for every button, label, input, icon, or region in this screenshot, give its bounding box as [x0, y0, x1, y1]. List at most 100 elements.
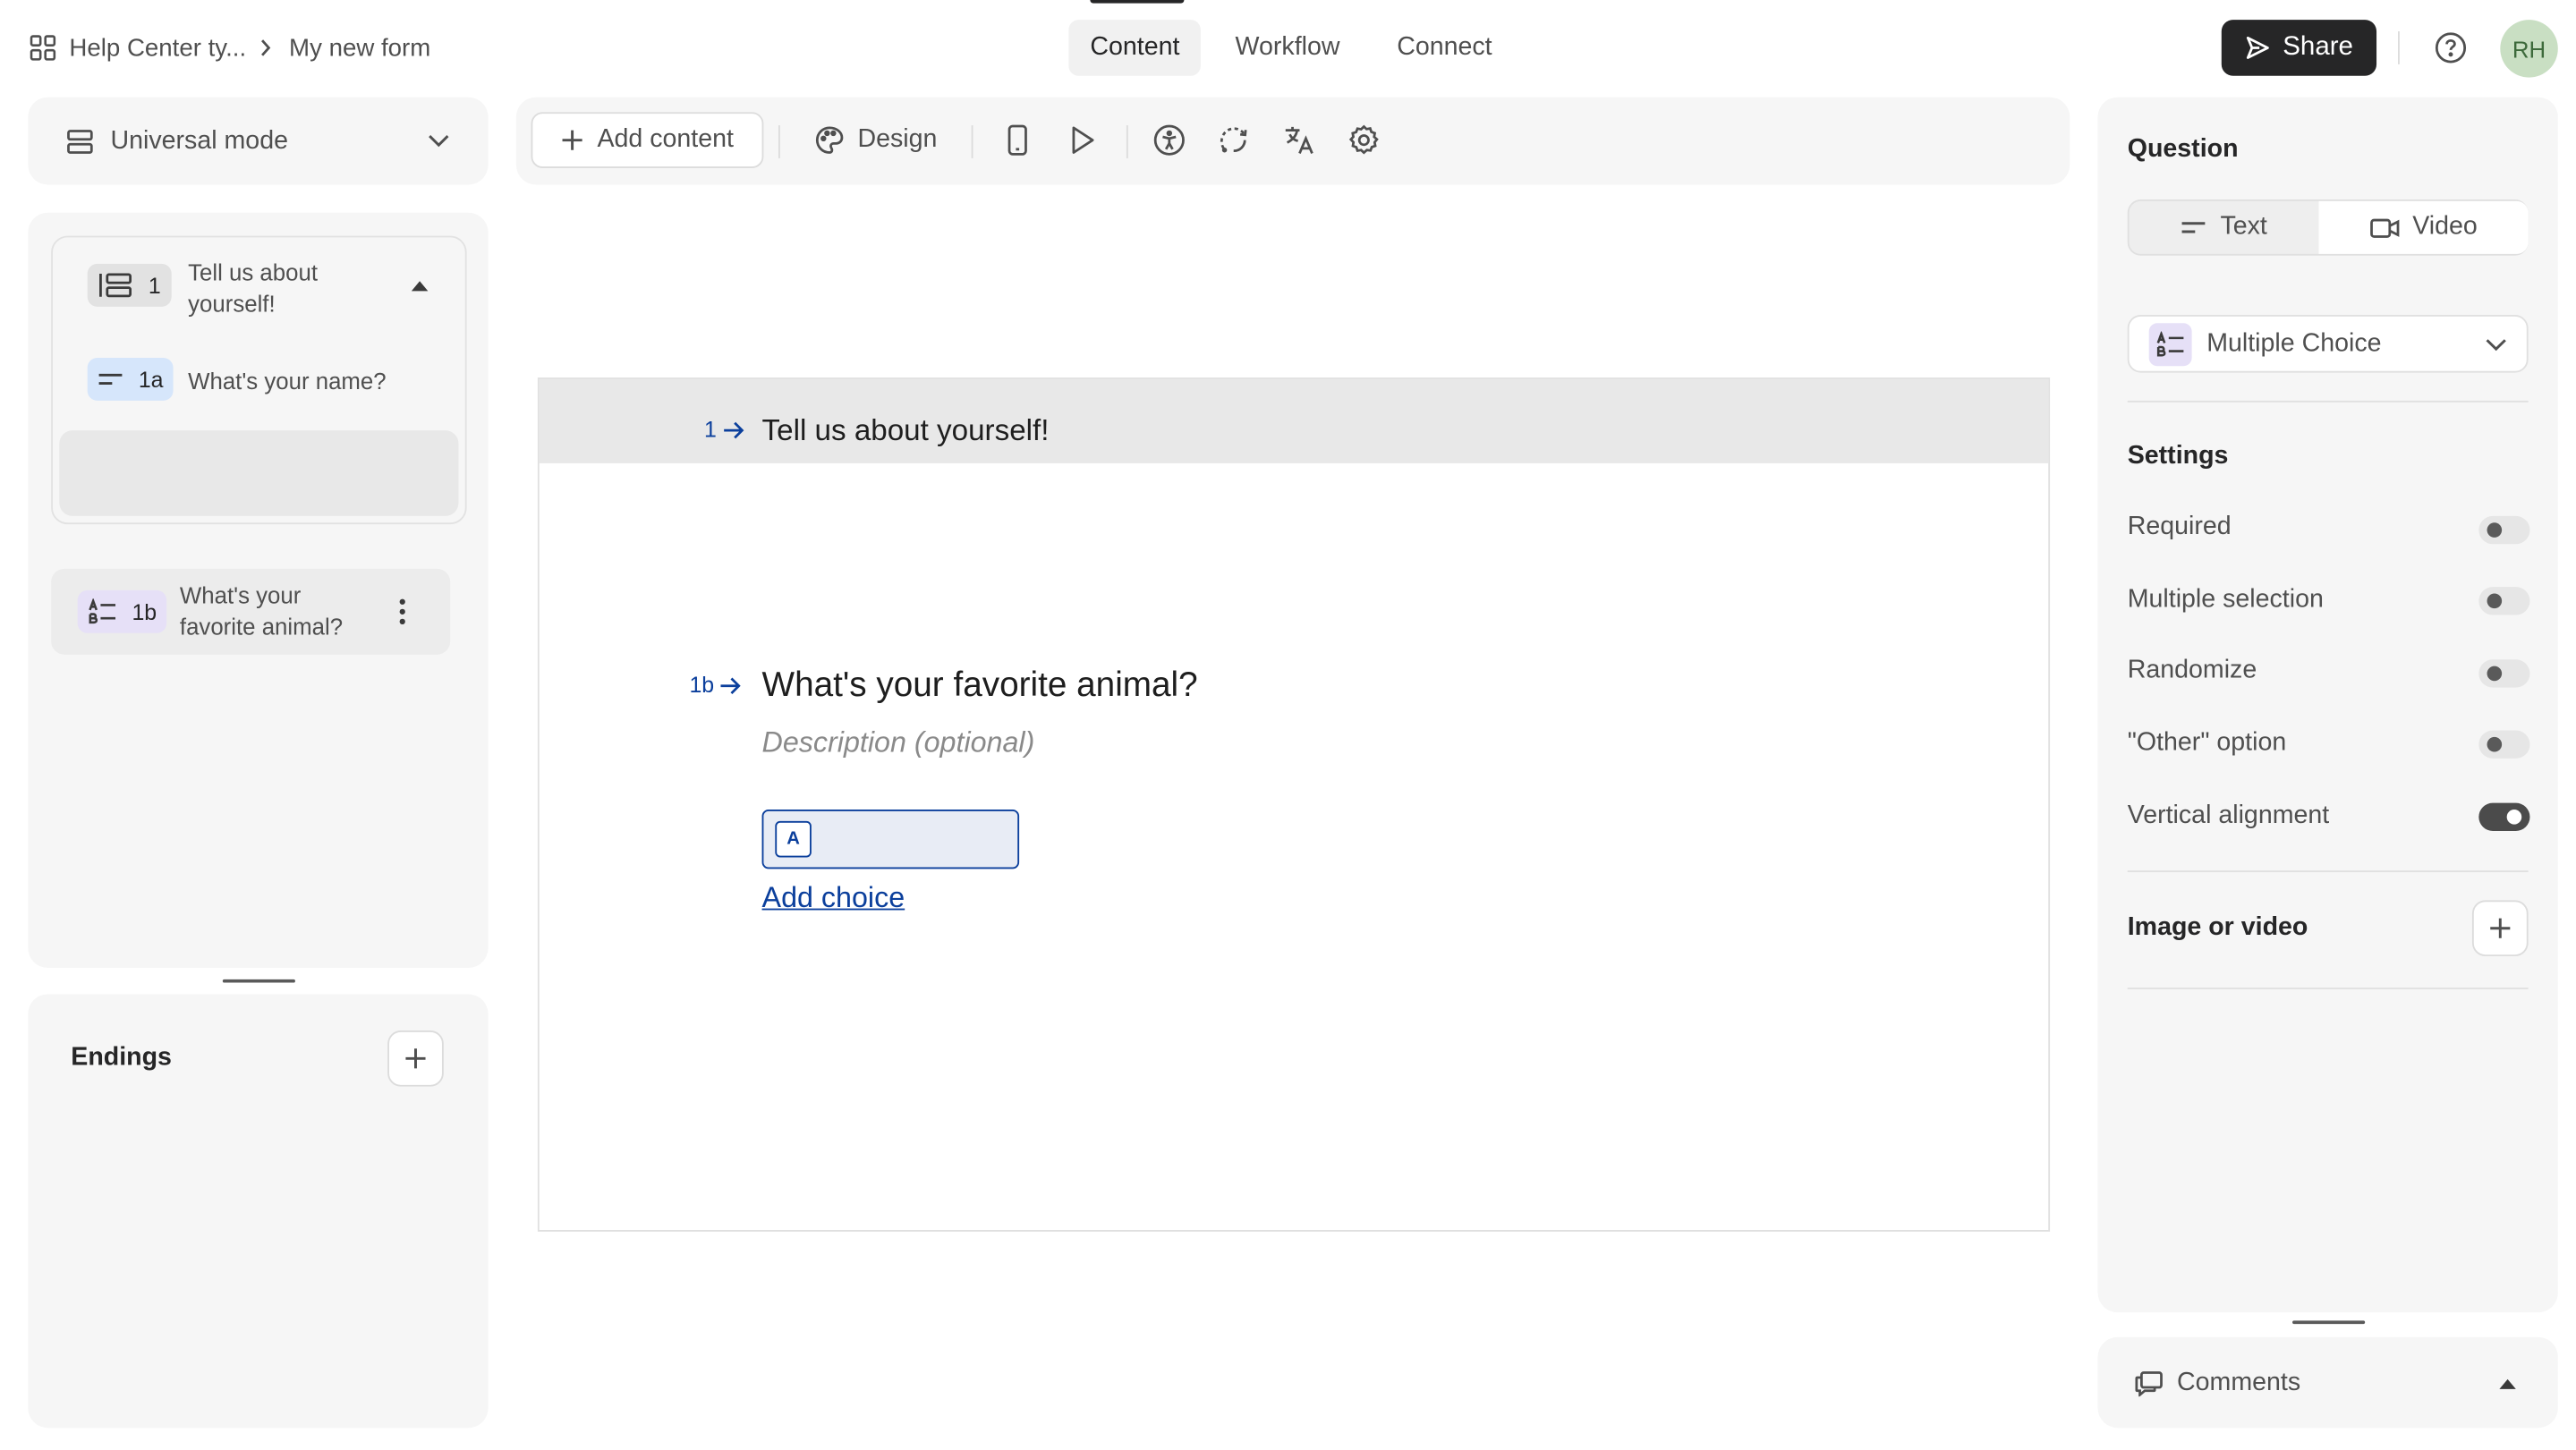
randomize-label: Randomize: [2127, 656, 2257, 684]
multiple-selection-label: Multiple selection: [2127, 585, 2324, 614]
question-number-1a: 1a: [138, 367, 164, 392]
plus-icon: [2488, 917, 2512, 940]
short-text-icon: [98, 371, 123, 387]
divider: [2127, 870, 2529, 873]
breadcrumb-form[interactable]: My new form: [289, 34, 430, 62]
description-field[interactable]: Description (optional): [762, 725, 1035, 760]
chevron-right-icon: [259, 38, 273, 57]
text-option[interactable]: Text: [2130, 201, 2319, 254]
canvas-group-number: 1: [704, 417, 717, 442]
comments-bar[interactable]: Comments: [2097, 1336, 2558, 1429]
group-chip: 1: [87, 263, 171, 307]
resize-handle[interactable]: [2292, 1320, 2366, 1325]
mobile-preview-icon[interactable]: [1001, 123, 1034, 157]
expand-icon[interactable]: [2498, 1378, 2516, 1390]
video-option[interactable]: Video: [2318, 200, 2529, 254]
tab-content[interactable]: Content: [1068, 20, 1202, 76]
drop-placeholder: [59, 430, 459, 516]
required-label: Required: [2127, 513, 2232, 541]
question-title-1b: What's your favorite animal?: [179, 581, 344, 640]
video-icon: [2369, 216, 2400, 238]
group-card[interactable]: 1 Tell us about yourself! 1a What's your…: [51, 235, 467, 525]
share-label: Share: [2283, 32, 2353, 62]
canvas-group-title[interactable]: Tell us about yourself!: [762, 414, 1050, 449]
header-divider: [2398, 31, 2400, 64]
breadcrumb: Help Center ty... My new form: [30, 30, 430, 66]
add-media-button[interactable]: [2471, 900, 2529, 957]
required-toggle[interactable]: [2478, 515, 2530, 545]
plus-icon: [561, 129, 584, 152]
add-ending-button[interactable]: [387, 1030, 444, 1087]
mode-label: Universal mode: [110, 126, 288, 155]
vertical-alignment-toggle[interactable]: [2478, 802, 2530, 831]
toolbar-divider: [971, 125, 973, 158]
vertical-alignment-label: Vertical alignment: [2127, 801, 2330, 830]
play-icon[interactable]: [1066, 123, 1099, 157]
collapse-icon[interactable]: [411, 280, 429, 292]
question-number-1b: 1b: [132, 599, 157, 624]
add-content-button[interactable]: Add content: [531, 112, 764, 169]
video-option-label: Video: [2412, 212, 2478, 242]
settings-heading: Settings: [2127, 441, 2229, 471]
design-button[interactable]: Design: [800, 112, 952, 168]
question-chip-1a: 1a: [87, 357, 174, 401]
text-option-label: Text: [2220, 212, 2267, 242]
other-option-label: "Other" option: [2127, 728, 2287, 758]
active-tab-indicator: [1090, 0, 1185, 4]
group-icon: [98, 270, 134, 300]
question-settings-panel: [2097, 97, 2558, 1313]
palette-icon: [815, 125, 845, 155]
send-icon: [2245, 35, 2271, 61]
question-type-dropdown[interactable]: Multiple Choice: [2127, 315, 2529, 373]
layers-icon: [66, 128, 94, 154]
add-content-label: Add content: [597, 125, 734, 154]
accessibility-icon[interactable]: [1152, 123, 1186, 157]
canvas-question-title[interactable]: What's your favorite animal?: [762, 666, 1198, 706]
question-title-1a[interactable]: What's your name?: [188, 366, 387, 397]
multiple-choice-icon: [2148, 322, 2192, 366]
multiple-choice-icon: [88, 598, 117, 624]
chevron-down-icon: [2486, 337, 2507, 351]
toolbar-divider: [778, 125, 780, 158]
logic-icon[interactable]: [1217, 123, 1250, 157]
design-label: Design: [857, 125, 938, 154]
more-vertical-icon[interactable]: [397, 597, 407, 626]
chevron-down-icon: [427, 133, 450, 148]
arrow-right-icon: [721, 420, 744, 439]
image-video-heading: Image or video: [2127, 913, 2308, 942]
choice-a[interactable]: A: [761, 810, 1020, 869]
tab-workflow[interactable]: Workflow: [1214, 20, 1362, 76]
other-option-toggle[interactable]: [2478, 730, 2530, 759]
multiple-selection-toggle[interactable]: [2478, 587, 2530, 615]
universal-mode-select[interactable]: Universal mode: [28, 97, 489, 185]
canvas-question-number: 1b: [689, 673, 715, 698]
group-title: Tell us about yourself!: [188, 259, 319, 317]
resize-handle[interactable]: [222, 979, 295, 983]
add-choice-link[interactable]: Add choice: [762, 880, 905, 915]
divider: [2127, 988, 2529, 989]
form-preview-canvas: [537, 377, 2051, 1232]
comments-icon: [2134, 1370, 2164, 1397]
endings-heading: Endings: [71, 1043, 172, 1073]
question-chip-1b: 1b: [77, 589, 167, 633]
question-heading: Question: [2127, 135, 2239, 164]
arrow-right-icon: [719, 675, 743, 695]
divider: [2127, 400, 2529, 403]
help-icon[interactable]: [2435, 31, 2468, 64]
translate-icon[interactable]: [1283, 123, 1316, 157]
share-button[interactable]: Share: [2221, 20, 2377, 76]
breadcrumb-workspace[interactable]: Help Center ty...: [69, 34, 246, 62]
randomize-toggle[interactable]: [2478, 659, 2530, 688]
question-number-label: 1b: [689, 673, 742, 698]
grid-icon[interactable]: [30, 35, 56, 61]
tab-connect[interactable]: Connect: [1375, 20, 1513, 76]
question-item-1b[interactable]: 1b What's your favorite animal?: [51, 568, 451, 655]
settings-gear-icon[interactable]: [1348, 123, 1381, 157]
endings-panel: Endings: [28, 994, 489, 1429]
avatar[interactable]: RH: [2500, 20, 2558, 78]
plus-icon: [404, 1047, 428, 1070]
group-number: 1: [148, 273, 161, 298]
comments-label: Comments: [2177, 1368, 2301, 1397]
short-text-icon: [2181, 219, 2206, 235]
toolbar-divider: [1126, 125, 1128, 158]
